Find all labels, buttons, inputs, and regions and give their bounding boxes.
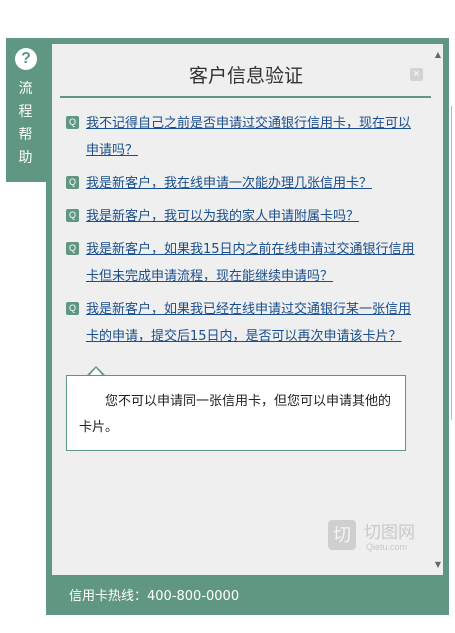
q-badge-icon: Q [66,242,79,255]
faq-list: Q 我不记得自己之前是否申请过交通银行信用卡，现在可以申请吗？ Q 我是新客户，… [66,110,416,356]
watermark-en: Qietu.com [366,542,408,552]
faq-link[interactable]: 我不记得自己之前是否申请过交通银行信用卡，现在可以申请吗？ [86,116,411,158]
panel-content: 客户信息验证 × Q 我不记得自己之前是否申请过交通银行信用卡，现在可以申请吗？… [52,44,443,575]
faq-link[interactable]: 我是新客户，我可以为我的家人申请附属卡吗？ [86,209,359,224]
scrollbar[interactable]: ▲ ▼ [431,44,443,575]
q-badge-icon: Q [66,302,79,315]
faq-item: Q 我是新客户，我在线申请一次能办理几张信用卡？ [66,170,416,197]
scroll-down-arrow-icon[interactable]: ▼ [435,560,441,569]
q-badge-icon: Q [66,116,79,129]
faq-item: Q 我是新客户，我可以为我的家人申请附属卡吗？ [66,203,416,230]
faq-link[interactable]: 我是新客户，如果我已经在线申请过交通银行某一张信用卡的申请，提交后15日内，是否… [86,302,411,344]
scroll-up-arrow-icon[interactable]: ▲ [435,50,441,59]
q-badge-icon: Q [66,209,79,222]
close-icon[interactable]: × [410,68,423,81]
panel-title: 客户信息验证 [60,44,432,98]
process-help-tab[interactable]: ? 流 程 帮 助 [6,38,46,182]
faq-item: Q 我不记得自己之前是否申请过交通银行信用卡，现在可以申请吗？ [66,110,416,164]
watermark: 切 切图网 Qietu.com [328,518,438,558]
qietu-logo-icon: 切 [328,520,356,550]
faq-item: Q 我是新客户，如果我已经在线申请过交通银行某一张信用卡的申请，提交后15日内，… [66,296,416,350]
hotline-text: 信用卡热线：400-800-0000 [69,589,240,604]
page-edge-divider [451,106,455,420]
watermark-cn: 切图网 [364,523,415,543]
question-circle-icon: ? [15,48,37,70]
faq-item: Q 我是新客户，如果我15日内之前在线申请过交通银行信用卡但未完成申请流程，现在… [66,236,416,290]
faq-link[interactable]: 我是新客户，如果我15日内之前在线申请过交通银行信用卡但未完成申请流程，现在能继… [86,242,415,284]
faq-answer: 您不可以申请同一张信用卡，但您可以申请其他的卡片。 [66,375,406,451]
process-help-label: 流 程 帮 助 [18,81,34,166]
verification-panel: 客户信息验证 × Q 我不记得自己之前是否申请过交通银行信用卡，现在可以申请吗？… [46,38,449,615]
q-badge-icon: Q [66,176,79,189]
faq-link[interactable]: 我是新客户，我在线申请一次能办理几张信用卡？ [86,176,372,191]
